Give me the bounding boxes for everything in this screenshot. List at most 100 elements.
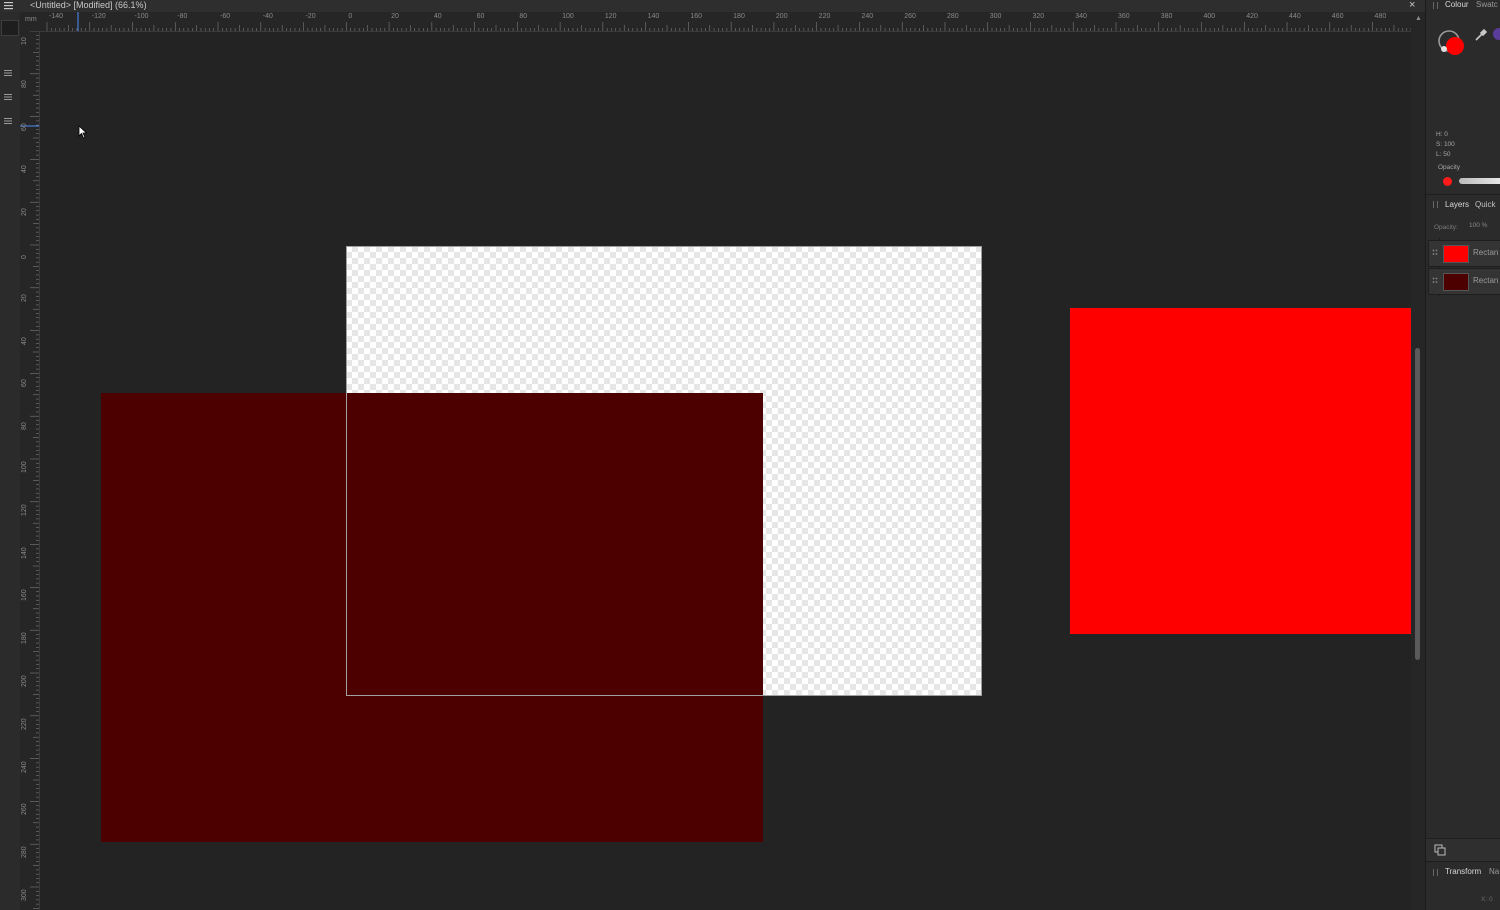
ruler-label: -20 — [305, 13, 316, 20]
colour-wheel-icon[interactable] — [1490, 27, 1500, 41]
opacity-label: Opacity — [1438, 164, 1461, 171]
ruler-label: 100 — [21, 461, 28, 473]
ruler-label: 120 — [21, 504, 28, 516]
ruler-label: -60 — [220, 13, 231, 20]
ruler-label: 420 — [1246, 13, 1258, 20]
ruler-label: -120 — [91, 13, 106, 20]
layers-footer — [1426, 838, 1500, 861]
eyedropper-icon[interactable] — [1474, 28, 1488, 42]
ruler-label: 140 — [647, 13, 660, 20]
ruler-label: -40 — [262, 13, 273, 20]
ruler-label: 160 — [21, 589, 28, 602]
ruler-label: 280 — [21, 846, 28, 859]
copy-layers-icon[interactable] — [1434, 844, 1446, 856]
canvas[interactable] — [40, 32, 1411, 910]
tab-transform[interactable]: Transform — [1445, 867, 1481, 876]
ruler-label: 80 — [21, 80, 28, 88]
ruler-label: 60 — [21, 122, 28, 131]
ruler-label: 300 — [989, 13, 1002, 20]
dark-red-rectangle[interactable] — [101, 393, 763, 842]
title-bar: <Untitled> [Modified] (66.1%) × — [0, 0, 1425, 12]
layer-name: Rectan — [1473, 248, 1499, 257]
panel-divider — [1426, 861, 1500, 862]
panel-grip-icon[interactable] — [1433, 869, 1438, 876]
lightness-value: L: 50 — [1436, 151, 1451, 158]
vertical-scrollbar[interactable]: ▲ — [1411, 12, 1425, 910]
tool-swatch[interactable] — [1, 20, 19, 36]
layer-thumbnail — [1443, 245, 1469, 263]
tab-swatches[interactable]: Swatc — [1476, 0, 1498, 9]
tab-navigator[interactable]: Na — [1489, 867, 1499, 876]
layer-row[interactable]: Rectan — [1428, 268, 1500, 295]
current-colour-swatch[interactable] — [1443, 177, 1452, 186]
ruler-label: 320 — [1032, 13, 1045, 20]
ruler-label: 10 — [21, 37, 28, 45]
layer-name: Rectan — [1473, 276, 1499, 285]
ruler-label: 80 — [21, 422, 28, 431]
ruler-label: 260 — [21, 803, 28, 816]
ruler-label: 100 — [562, 13, 574, 20]
transform-x-label: X: 0 — [1481, 896, 1493, 903]
layer-opacity-label: Opacity: — [1434, 224, 1458, 231]
ruler-label: 0 — [348, 13, 353, 20]
panel-grip-icon[interactable] — [1433, 201, 1438, 208]
ruler-label: 380 — [1160, 13, 1173, 20]
ruler-label: 280 — [946, 13, 959, 20]
ruler-label: 40 — [21, 336, 28, 345]
ruler-label: 240 — [21, 760, 28, 773]
hamburger-menu-icon[interactable] — [4, 1, 13, 10]
ruler-label: 480 — [1374, 13, 1387, 20]
tab-colour[interactable]: Colour — [1445, 0, 1469, 9]
ruler-label: 200 — [21, 675, 28, 687]
document-title: <Untitled> [Modified] (66.1%) — [30, 0, 147, 10]
ruler-label: 140 — [21, 546, 28, 559]
ruler-label: 20 — [21, 294, 28, 302]
horizontal-ruler[interactable]: -140 -120 -100 -80 -60 -40 -20 0 20 40 60 80 100 120 1… — [20, 12, 1425, 32]
ruler-label: 260 — [904, 13, 916, 20]
layer-thumbnail — [1443, 273, 1469, 291]
ruler-label: 160 — [690, 13, 703, 20]
panel-toggle-icon[interactable] — [1, 90, 17, 104]
ruler-label: 80 — [519, 13, 528, 20]
ruler-label: 20 — [21, 208, 28, 217]
ruler-label: 180 — [733, 13, 745, 20]
ruler-label: 200 — [775, 13, 788, 20]
scroll-up-arrow-icon[interactable]: ▲ — [1415, 15, 1422, 22]
tab-quick[interactable]: Quick — [1475, 200, 1495, 209]
ruler-label: 120 — [604, 13, 617, 20]
ruler-label: 220 — [818, 13, 831, 20]
red-rectangle[interactable] — [1070, 308, 1411, 634]
layer-opacity-value[interactable]: 100 % — [1469, 222, 1487, 229]
ruler-label: 40 — [433, 13, 442, 20]
ruler-label: 60 — [21, 379, 28, 388]
ruler-label: -80 — [177, 13, 188, 20]
tab-layers[interactable]: Layers — [1445, 200, 1469, 209]
layer-row[interactable]: Rectan — [1428, 240, 1500, 267]
colour-picker-circles-icon[interactable] — [1436, 26, 1470, 60]
vertical-ruler[interactable]: 10 80 60 40 20 0 20 40 60 80 100 120 140 160 180 200 220… — [20, 31, 40, 910]
ruler-label: 60 — [476, 13, 485, 20]
panel-divider — [1426, 194, 1500, 195]
layer-drag-handle-icon[interactable] — [1432, 249, 1438, 257]
ruler-label: 240 — [861, 13, 874, 20]
layer-drag-handle-icon[interactable] — [1432, 277, 1438, 285]
ruler-label: 440 — [1289, 13, 1301, 20]
opacity-slider[interactable] — [1459, 178, 1500, 184]
ruler-label: 220 — [21, 718, 28, 730]
ruler-label: -100 — [134, 13, 149, 20]
ruler-label: 300 — [21, 889, 28, 901]
mouse-cursor-icon — [78, 125, 88, 139]
close-icon[interactable]: × — [1409, 0, 1415, 11]
panel-toggle-icon[interactable] — [1, 114, 17, 128]
ruler-label: 340 — [1075, 13, 1087, 20]
ruler-label: 360 — [1118, 13, 1130, 20]
ruler-unit-label: mm — [25, 16, 37, 23]
right-panel: Colour Swatc H: 0 S: 100 L: 50 Opacity L… — [1425, 0, 1500, 910]
ruler-label: 400 — [1203, 13, 1216, 20]
panel-toggle-icon[interactable] — [1, 66, 17, 80]
left-toolbar — [0, 12, 21, 910]
panel-grip-icon[interactable] — [1433, 2, 1438, 9]
scrollbar-thumb[interactable] — [1415, 348, 1420, 660]
ruler-label: -140 — [49, 13, 64, 20]
ruler-label: 180 — [21, 632, 28, 645]
